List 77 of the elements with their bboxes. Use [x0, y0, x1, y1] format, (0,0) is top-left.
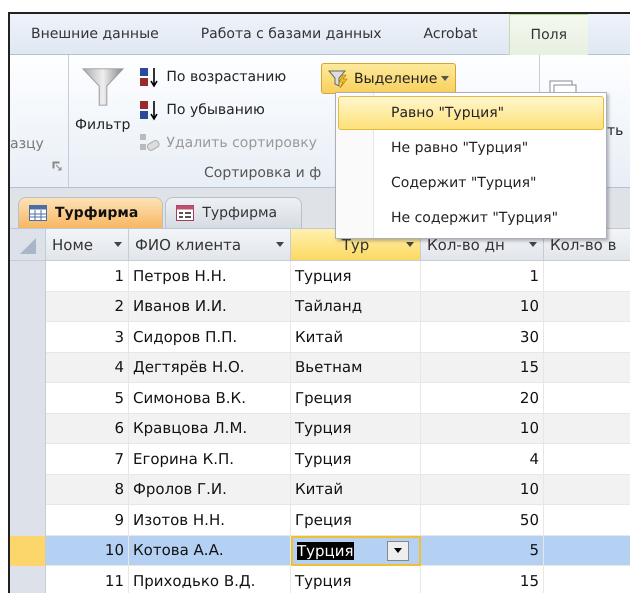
dropdown-arrow-icon[interactable] [529, 242, 537, 247]
table-cell: 11 [46, 566, 129, 593]
table-cell: 4 [46, 352, 129, 383]
table-cell: 4 [421, 444, 544, 474]
sort-ascending-icon [138, 66, 160, 88]
menu-item[interactable]: Не равно "Турция" [338, 131, 604, 165]
table-cell: 6 [46, 414, 129, 444]
table-cell: 1 [421, 261, 544, 292]
menu-item[interactable]: Равно "Турция" [338, 96, 604, 130]
form-icon [176, 205, 194, 221]
table-cell: Кравцова Л.М. [129, 414, 291, 444]
table-cell: 1 [46, 261, 129, 292]
table-cell: Иванов И.И. [129, 292, 291, 322]
filter-button[interactable]: Фильтр [73, 63, 132, 135]
table-icon [29, 205, 47, 221]
table-cell: Петров Н.Н. [129, 261, 291, 292]
table-cell: 30 [421, 322, 544, 352]
dialog-launcher-icon[interactable] [52, 161, 62, 171]
document-tab[interactable]: Турфирма [165, 197, 302, 228]
table-cell: 5 [46, 383, 129, 414]
dropdown-arrow-icon[interactable] [276, 242, 284, 247]
selection-button[interactable]: Выделение [320, 63, 456, 94]
dropdown-arrow-icon[interactable] [406, 242, 414, 247]
sort-descending-icon [138, 99, 160, 121]
row-selector[interactable] [10, 536, 46, 566]
table-cell: 15 [421, 352, 544, 383]
table-cell: 10 [421, 292, 544, 322]
table-cell: 10 [421, 414, 544, 444]
table-cell: Приходько В.Д. [129, 566, 291, 593]
table-cell: Дегтярёв Н.О. [129, 352, 291, 383]
table-cell: 20 [421, 383, 544, 414]
caret-icon [441, 76, 450, 81]
table-cell: 10 [421, 474, 544, 505]
table-cell: Изотов Н.Н. [129, 505, 291, 536]
table-cell: 9 [46, 505, 129, 536]
table-cell: Котова А.А. [129, 536, 291, 566]
group-label: Сортировка и ф [203, 165, 322, 181]
table-cell: Греция [291, 383, 421, 414]
table-cell: Тайланд [291, 292, 421, 322]
select-all-icon[interactable] [20, 238, 36, 254]
table-cell: 7 [46, 444, 129, 474]
button-label-fragment: ть [607, 123, 624, 141]
table-cell: 50 [421, 505, 544, 536]
table-cell: 3 [46, 322, 129, 352]
sort-descending-button[interactable]: По убыванию [136, 96, 319, 124]
ribbon-tab[interactable]: Acrobat [402, 14, 499, 54]
table-cell: 2 [46, 292, 129, 322]
table-cell: 10 [46, 536, 129, 566]
ribbon-tab[interactable]: Работа с базами данных [180, 14, 403, 54]
funnel-lightning-icon [328, 68, 350, 88]
table-cell: Фролов Г.И. [129, 474, 291, 505]
caret-icon [394, 548, 402, 554]
table-cell: Сидоров П.П. [129, 322, 291, 352]
document-tab[interactable]: Турфирма [18, 197, 164, 228]
table-cell: 5 [421, 536, 544, 566]
table-cell: Вьетнам [291, 352, 421, 383]
sort-ascending-button[interactable]: По возрастанию [136, 63, 319, 91]
menu-item[interactable]: Содержит "Турция" [338, 166, 604, 200]
table-cell: Турция [291, 414, 421, 444]
table-cell: Турция [291, 444, 421, 474]
table-cell: Турция [291, 566, 421, 593]
table-cell: Егорина К.П. [129, 444, 291, 474]
ribbon-tab[interactable]: Поля [508, 14, 588, 55]
table-cell: Симонова В.К. [129, 383, 291, 414]
table-cell: Китай [291, 322, 421, 352]
table-cell: Китай [291, 474, 421, 505]
table-cell: 8 [46, 474, 129, 505]
ribbon-tab[interactable]: Внешние данные [10, 14, 180, 54]
table-cell: Турция [291, 261, 421, 292]
eraser-icon [138, 132, 160, 154]
combo-field[interactable]: Турция [291, 536, 421, 566]
dropdown-button[interactable] [387, 540, 409, 561]
table-cell: Греция [291, 505, 421, 536]
dropdown-arrow-icon[interactable] [114, 242, 122, 247]
table-cell: 15 [421, 566, 544, 593]
group-name-fragment: азцу [10, 136, 44, 152]
column-header[interactable]: Номе [46, 229, 129, 260]
